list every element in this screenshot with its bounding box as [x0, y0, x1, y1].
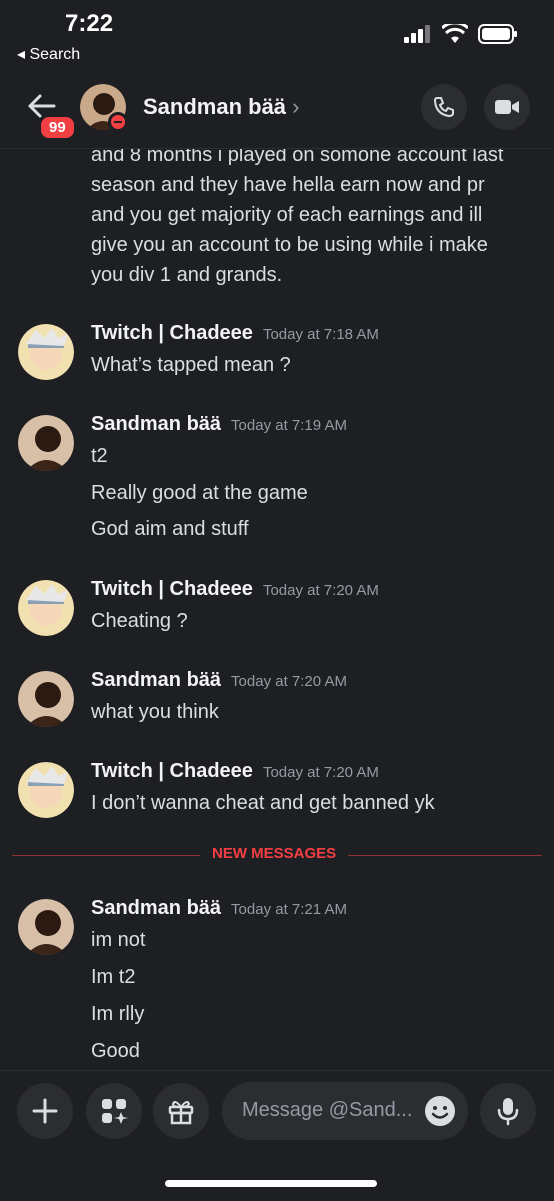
gift-icon: [168, 1101, 194, 1125]
message-input-placeholder: Message @Sand...: [242, 1099, 413, 1121]
system-icons: [404, 24, 518, 44]
user-avatar-chadeee[interactable]: [18, 580, 74, 636]
message-line: give you an account to be using while i …: [91, 234, 488, 256]
message-line: you div 1 and grands.: [91, 264, 283, 286]
video-camera-icon: [495, 100, 519, 114]
microphone-icon: [497, 1098, 519, 1126]
message-timestamp: Today at 7:21 AM: [231, 901, 347, 918]
message-line: im not: [91, 929, 146, 951]
message-line: Really good at the game: [91, 482, 308, 504]
message-author[interactable]: Twitch | Chadeee Today at 7:20 AM: [91, 578, 379, 601]
message-timestamp: Today at 7:20 AM: [231, 673, 347, 690]
message-line: Cheating ?: [91, 610, 188, 632]
emoji-icon[interactable]: [424, 1095, 456, 1127]
clock: 7:22: [65, 10, 114, 37]
user-avatar-sandman[interactable]: [18, 899, 74, 955]
message-line: season and they have hella earn now and …: [91, 174, 485, 196]
message-timestamp: Today at 7:18 AM: [262, 326, 379, 343]
new-messages-label: NEW MESSAGES: [200, 845, 349, 862]
voice-message-button[interactable]: [480, 1083, 536, 1139]
home-indicator: [165, 1180, 377, 1187]
message-timestamp: Today at 7:20 AM: [262, 582, 379, 599]
user-avatar-sandman[interactable]: [18, 671, 74, 727]
unread-badge: 99: [38, 114, 77, 141]
message-line: Im t2: [91, 966, 136, 988]
gift-button[interactable]: [153, 1083, 209, 1139]
message-input[interactable]: Message @Sand...: [222, 1082, 468, 1140]
signal-icon: [404, 25, 430, 43]
message-line: Good: [91, 1040, 140, 1062]
battery-icon: [478, 24, 517, 44]
message-timestamp: Today at 7:20 AM: [262, 764, 379, 781]
plus-icon: [32, 1098, 58, 1124]
message-author[interactable]: Sandman bää Today at 7:21 AM: [91, 897, 347, 920]
user-avatar-chadeee[interactable]: [18, 324, 74, 380]
wifi-icon: [442, 24, 468, 43]
message-line: I don’t wanna cheat and get banned yk: [91, 792, 435, 814]
message-author[interactable]: Sandman bää Today at 7:20 AM: [91, 669, 347, 692]
message-author[interactable]: Sandman bää Today at 7:19 AM: [91, 413, 347, 436]
message-line: Im rlly: [91, 1003, 145, 1025]
user-avatar-sandman[interactable]: [18, 415, 74, 471]
voice-call-button[interactable]: [421, 84, 467, 130]
message-line: what you think: [91, 701, 219, 723]
message-author[interactable]: Twitch | Chadeee Today at 7:20 AM: [91, 760, 379, 783]
user-avatar-chadeee[interactable]: [18, 762, 74, 818]
back-to-search-link[interactable]: ◂ Search: [17, 44, 80, 64]
add-attachment-button[interactable]: [17, 1083, 73, 1139]
video-call-button[interactable]: [484, 84, 530, 130]
header-username[interactable]: Sandman bää ›: [143, 94, 300, 120]
message-timestamp: Today at 7:19 AM: [231, 417, 347, 434]
message-line: and you get majority of each earnings an…: [91, 204, 483, 226]
chevron-right-icon: ›: [292, 94, 300, 119]
message-line: God aim and stuff: [91, 518, 249, 540]
message-author[interactable]: Twitch | Chadeee Today at 7:18 AM: [91, 322, 379, 345]
message-line: What’s tapped mean ?: [91, 354, 291, 376]
message-line: t2: [91, 445, 108, 467]
status-bar: 7:22 ◂ Search: [0, 0, 554, 70]
phone-icon: [433, 97, 454, 118]
message-list[interactable]: and 8 months i played on somone account …: [0, 140, 554, 1070]
apps-button[interactable]: [86, 1083, 142, 1139]
conversation-header: 99 Sandman bää ›: [0, 74, 554, 149]
sparkles-icon: [102, 1099, 128, 1124]
dnd-status-icon: [108, 112, 128, 132]
